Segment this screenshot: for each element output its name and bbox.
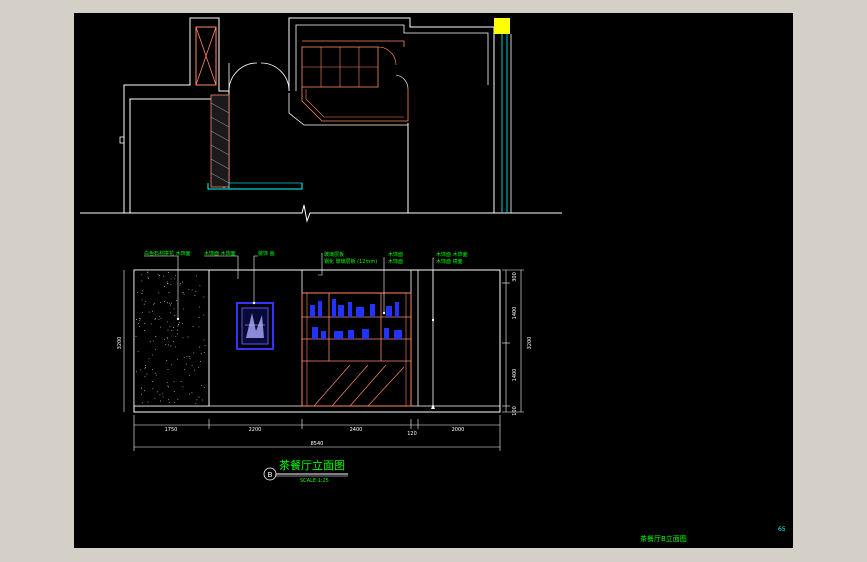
callout-wood-3: 木饰面 木饰面 bbox=[436, 251, 468, 258]
floor-plan bbox=[80, 17, 562, 223]
dim-120: 120 bbox=[407, 431, 417, 437]
plan-wall-right-inner bbox=[295, 24, 489, 91]
dim-total: 8540 bbox=[311, 441, 324, 447]
callout-wood-2: 木饰面 bbox=[388, 258, 403, 265]
plan-baseline bbox=[80, 204, 562, 223]
plan-column-marker bbox=[494, 18, 510, 34]
callout-painting: 装饰 画 bbox=[258, 250, 275, 257]
plan-banquette bbox=[301, 87, 409, 122]
drawing-title-block: B 茶餐厅立面图 SCALE 1:25 bbox=[263, 458, 348, 484]
callout-stone: 白色石材拼花 木饰面 bbox=[144, 250, 191, 257]
stone-panel bbox=[133, 269, 210, 407]
drawing-scale: SCALE 1:25 bbox=[300, 478, 329, 484]
plan-wall-notch bbox=[119, 136, 125, 144]
elevation: 白色石材拼花 木饰面 木饰面 木饰面 装饰 画 玻璃层板 钢化 玻璃层板 (12… bbox=[117, 250, 533, 451]
plan-door-left bbox=[228, 62, 258, 92]
callout-tempered-glass: 钢化 玻璃层板 (12mm) bbox=[324, 258, 377, 265]
dim-height-left: 3200 bbox=[117, 337, 123, 350]
page-number: 65 bbox=[778, 526, 786, 533]
section-mark: B bbox=[268, 471, 273, 479]
callout-glass-shelf: 玻璃层板 bbox=[324, 251, 344, 258]
cabinet-decor-items bbox=[310, 299, 402, 339]
dim-right-1400b: 1400 bbox=[512, 369, 518, 382]
dim-2000: 2000 bbox=[452, 427, 465, 433]
plan-stone-column bbox=[210, 94, 230, 188]
dim-2400: 2400 bbox=[350, 427, 363, 433]
plan-door-right bbox=[260, 62, 290, 92]
callout-wood-1: 木饰面 bbox=[388, 251, 403, 258]
dim-right-300: 300 bbox=[512, 272, 518, 282]
dim-1750: 1750 bbox=[165, 427, 178, 433]
dim-height-right: 3200 bbox=[527, 337, 533, 350]
drawing-title: 茶餐厅立面图 bbox=[279, 458, 345, 472]
dim-2200: 2200 bbox=[249, 427, 262, 433]
cad-drawing: 白色石材拼花 木饰面 木饰面 木饰面 装饰 画 玻璃层板 钢化 玻璃层板 (12… bbox=[80, 17, 786, 543]
callout-mirror: 木饰面 镜面 bbox=[436, 258, 463, 265]
plan-wall-left-inner bbox=[129, 98, 225, 213]
dimension-lines-right bbox=[502, 269, 524, 413]
dim-right-1400a: 1400 bbox=[512, 307, 518, 320]
callout-wood-panel: 木饰面 木饰面 bbox=[204, 250, 236, 257]
mirror-hatch bbox=[313, 364, 405, 407]
dim-right-100: 100 bbox=[512, 406, 518, 416]
drawing-sheet: 白色石材拼花 木饰面 木饰面 木饰面 装饰 画 玻璃层板 钢化 玻璃层板 (12… bbox=[74, 13, 793, 548]
sheet-footer: 茶餐厅B立面图 bbox=[640, 534, 687, 543]
